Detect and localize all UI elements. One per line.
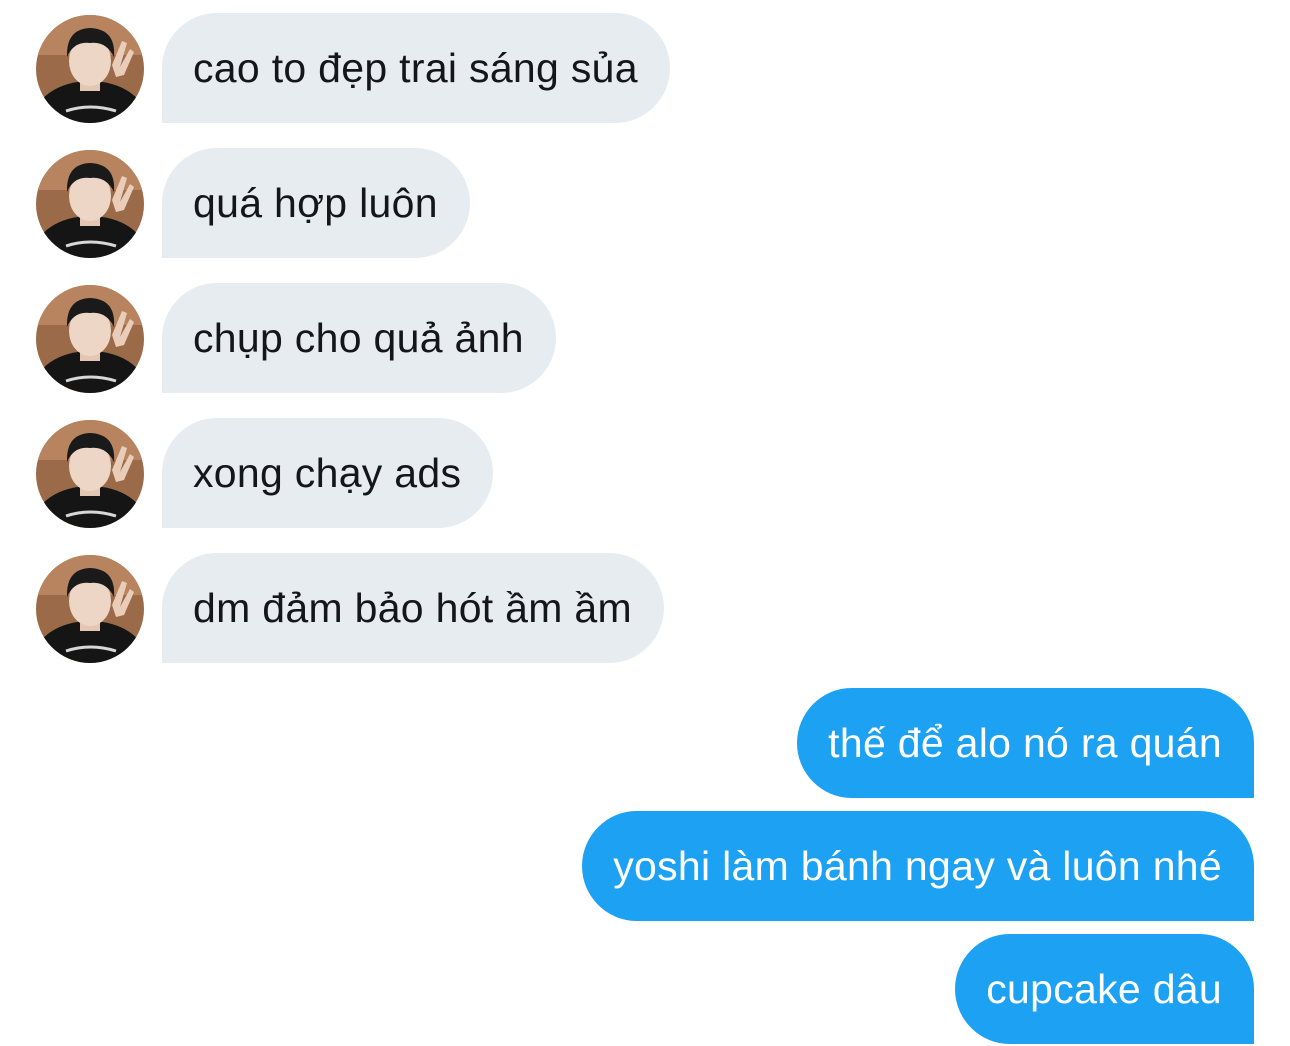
avatar[interactable] [36, 420, 144, 528]
avatar[interactable] [36, 555, 144, 663]
outgoing-message-bubble: yoshi làm bánh ngay và luôn nhé [582, 811, 1254, 921]
incoming-message-bubble: dm đảm bảo hót ầm ầm [162, 553, 664, 663]
conversation-thread: cao to đẹp trai sáng sủa quá hợp luôn ch… [0, 0, 1290, 1046]
avatar[interactable] [36, 285, 144, 393]
outgoing-message-bubble: cupcake dâu [955, 934, 1254, 1044]
avatar[interactable] [36, 150, 144, 258]
incoming-message-bubble: chụp cho quả ảnh [162, 283, 556, 393]
incoming-message-bubble: xong chạy ads [162, 418, 494, 528]
incoming-message-bubble: quá hợp luôn [162, 148, 470, 258]
outgoing-message-bubble: thế để alo nó ra quán [797, 688, 1254, 798]
incoming-message-bubble: cao to đẹp trai sáng sủa [162, 13, 670, 123]
avatar[interactable] [36, 15, 144, 123]
